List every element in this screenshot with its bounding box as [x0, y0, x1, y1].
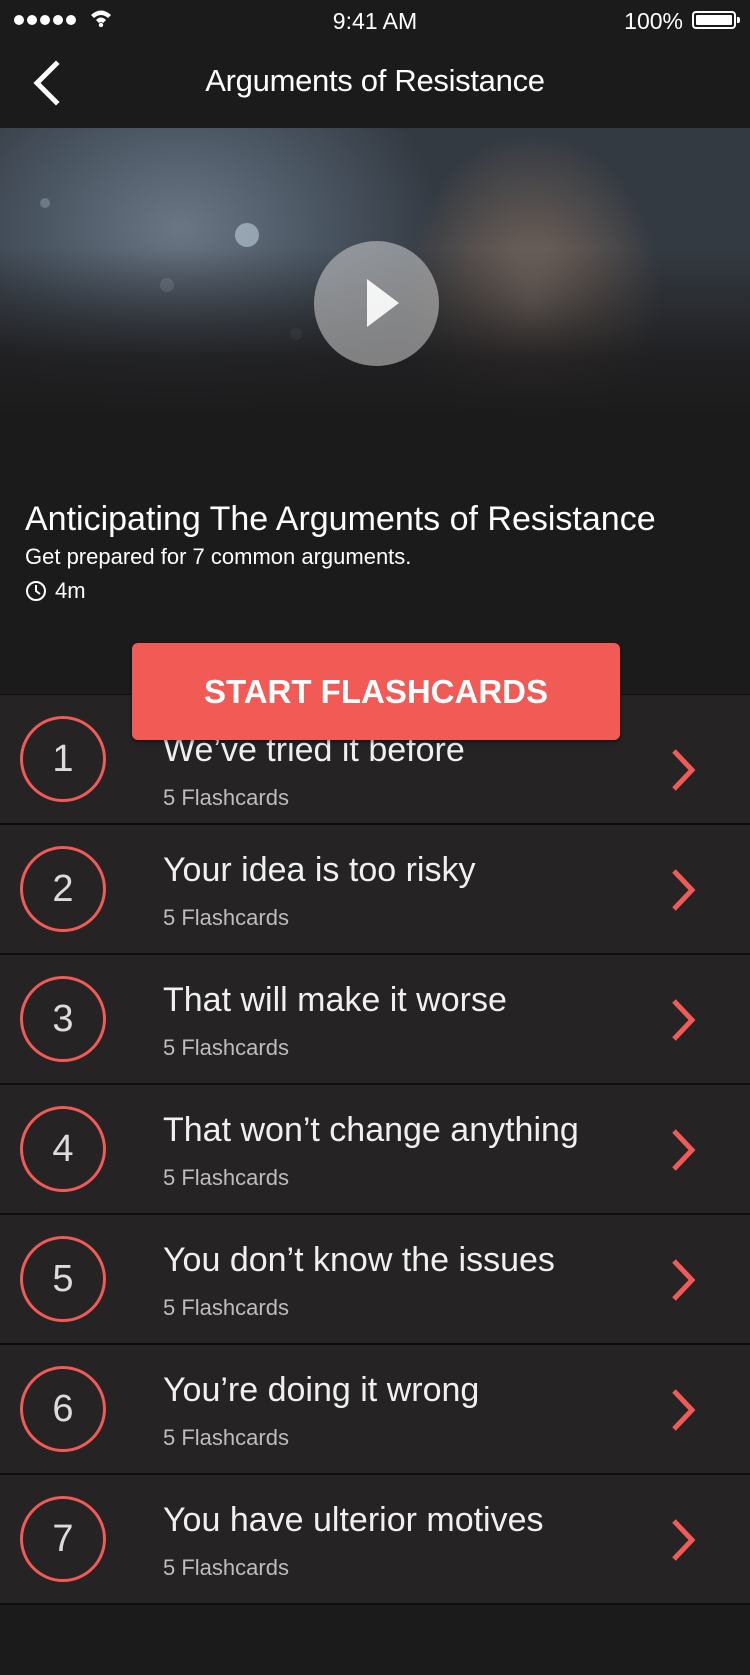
clock-icon — [26, 581, 46, 601]
chevron-right-icon[interactable] — [668, 867, 698, 913]
battery-percent: 100% — [624, 8, 683, 34]
argument-title: Your idea is too risky — [163, 851, 476, 889]
argument-title: That won’t change anything — [163, 1111, 579, 1149]
duration-label: 4m — [55, 578, 86, 603]
argument-number-badge: 2 — [20, 846, 106, 932]
lesson-title: Anticipating The Arguments of Resistance — [25, 500, 656, 538]
argument-title: You have ulterior motives — [163, 1501, 544, 1539]
video-thumbnail[interactable] — [0, 128, 750, 418]
argument-number-badge: 1 — [20, 716, 106, 802]
flashcard-count: 5 Flashcards — [163, 785, 289, 810]
flashcard-count: 5 Flashcards — [163, 1035, 289, 1060]
argument-row-2[interactable]: 2 Your idea is too risky 5 Flashcards — [0, 825, 750, 955]
argument-title: You’re doing it wrong — [163, 1371, 480, 1409]
play-icon[interactable] — [314, 241, 439, 366]
argument-title: You don’t know the issues — [163, 1241, 555, 1279]
app-screen: 9:41 AM 100% Arguments of Resistance Ant… — [0, 0, 750, 1675]
chevron-right-icon[interactable] — [668, 1257, 698, 1303]
chevron-right-icon[interactable] — [668, 1127, 698, 1173]
argument-row-4[interactable]: 4 That won’t change anything 5 Flashcard… — [0, 1085, 750, 1215]
flashcard-count: 5 Flashcards — [163, 1165, 289, 1190]
lesson-duration: 4m — [25, 578, 86, 604]
flashcard-count: 5 Flashcards — [163, 905, 289, 930]
chevron-right-icon[interactable] — [668, 1387, 698, 1433]
flashcard-count: 5 Flashcards — [163, 1425, 289, 1450]
lesson-subtitle: Get prepared for 7 common arguments. — [25, 544, 412, 569]
argument-number-badge: 7 — [20, 1496, 106, 1582]
arguments-list: 1 We’ve tried it before 5 Flashcards 2 Y… — [0, 694, 750, 1605]
argument-number-badge: 4 — [20, 1106, 106, 1192]
argument-row-7[interactable]: 7 You have ulterior motives 5 Flashcards — [0, 1475, 750, 1605]
argument-number-badge: 5 — [20, 1236, 106, 1322]
nav-bar: Arguments of Resistance — [0, 40, 750, 128]
argument-number-badge: 3 — [20, 976, 106, 1062]
flashcard-count: 5 Flashcards — [163, 1555, 289, 1580]
status-bar: 9:41 AM 100% — [0, 0, 750, 40]
chevron-right-icon[interactable] — [668, 1517, 698, 1563]
argument-row-6[interactable]: 6 You’re doing it wrong 5 Flashcards — [0, 1345, 750, 1475]
argument-row-5[interactable]: 5 You don’t know the issues 5 Flashcards — [0, 1215, 750, 1345]
argument-title: That will make it worse — [163, 981, 507, 1019]
chevron-right-icon[interactable] — [668, 747, 698, 793]
chevron-right-icon[interactable] — [668, 997, 698, 1043]
page-title: Arguments of Resistance — [205, 63, 545, 98]
argument-row-3[interactable]: 3 That will make it worse 5 Flashcards — [0, 955, 750, 1085]
flashcard-count: 5 Flashcards — [163, 1295, 289, 1320]
battery-icon — [692, 11, 740, 29]
argument-number-badge: 6 — [20, 1366, 106, 1452]
start-flashcards-button[interactable]: START FLASHCARDS — [132, 643, 620, 740]
